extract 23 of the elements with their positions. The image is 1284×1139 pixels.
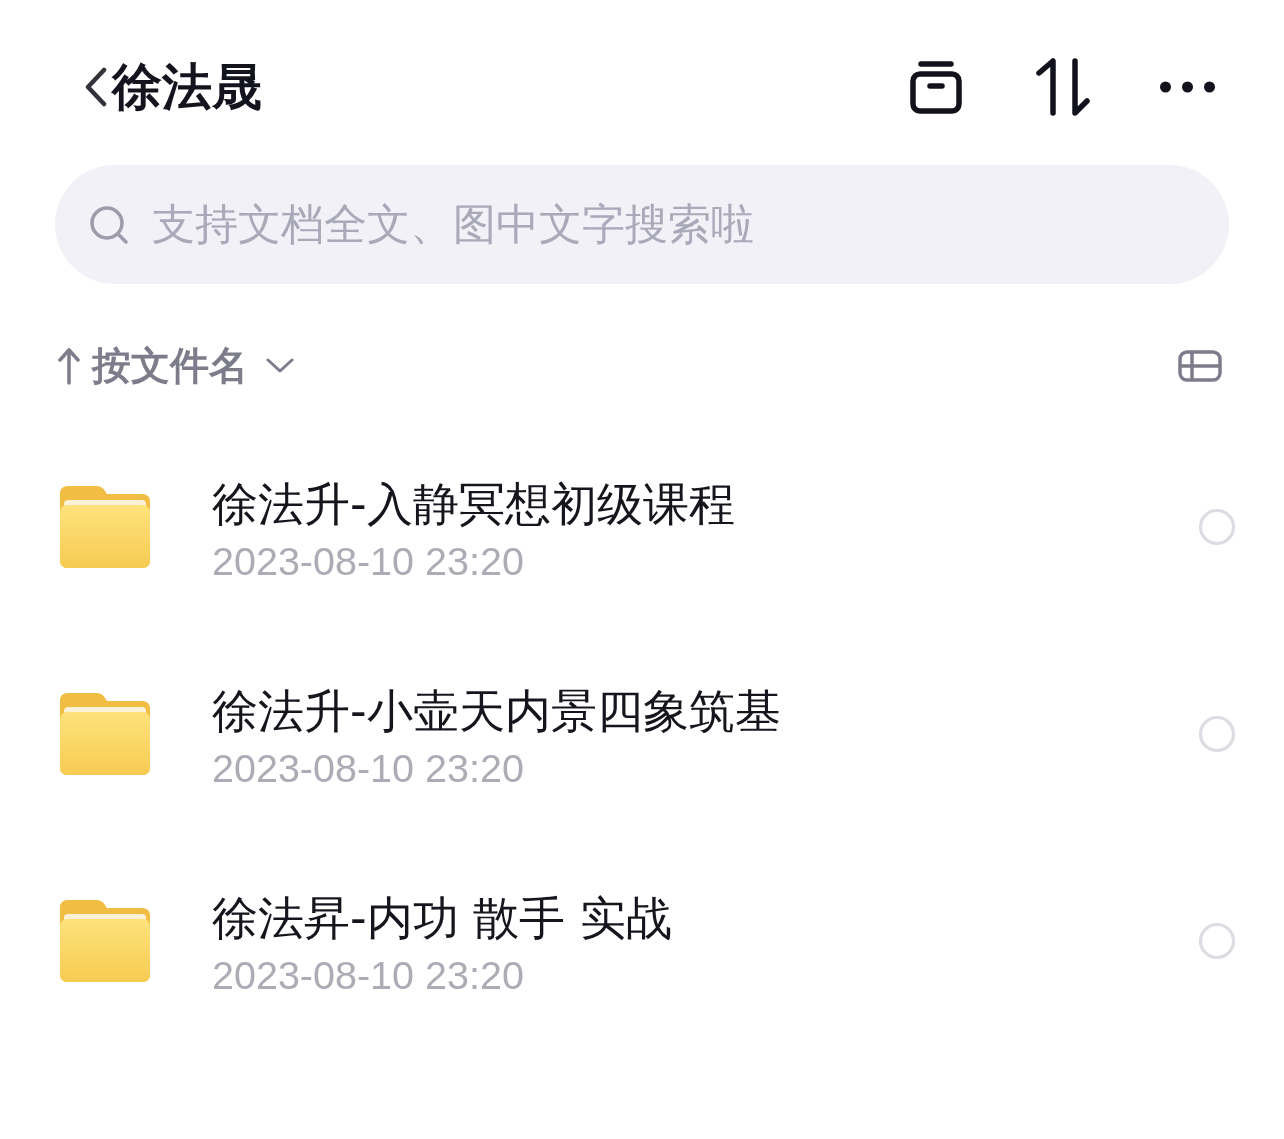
- search-icon: [89, 205, 129, 245]
- select-checkbox[interactable]: [1198, 714, 1236, 753]
- more-icon[interactable]: [1160, 81, 1215, 93]
- modified-date: 2023-08-10 23:20: [212, 952, 524, 1000]
- folder-icon: [60, 485, 150, 568]
- folder-icon: [60, 692, 150, 775]
- select-checkbox[interactable]: [1198, 507, 1236, 546]
- page-title: 徐法晟: [112, 57, 262, 117]
- layout-icon[interactable]: [1178, 350, 1222, 382]
- modified-date: 2023-08-10 23:20: [212, 538, 524, 586]
- search-field[interactable]: 支持文档全文、图中文字搜索啦: [55, 165, 1229, 284]
- sort-by-name-button[interactable]: 按文件名: [58, 339, 294, 393]
- back-icon[interactable]: [84, 67, 108, 107]
- chevron-down-icon: [266, 358, 294, 374]
- select-checkbox[interactable]: [1198, 921, 1236, 960]
- archive-box-icon[interactable]: [910, 60, 962, 114]
- folder-icon: [60, 899, 150, 982]
- folder-name: 徐法昇-内功 散手 实战: [212, 891, 672, 947]
- modified-date: 2023-08-10 23:20: [212, 745, 524, 793]
- folder-name: 徐法升-入静冥想初级课程: [212, 477, 735, 533]
- arrow-up-icon: [58, 347, 80, 385]
- sort-icon[interactable]: [1035, 58, 1090, 116]
- folder-name: 徐法升-小壶天内景四象筑基: [212, 684, 781, 740]
